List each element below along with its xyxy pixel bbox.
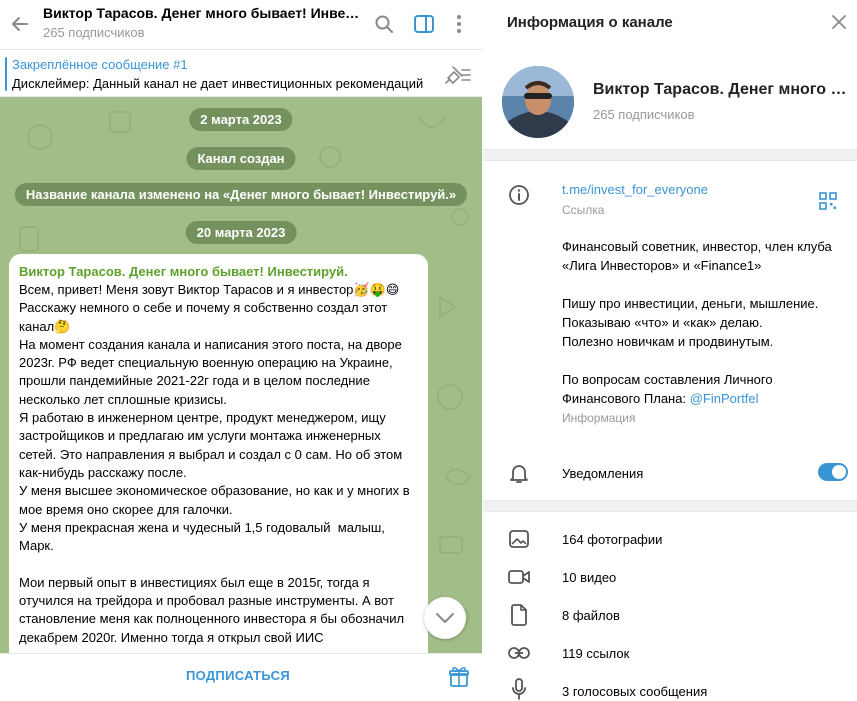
bell-icon [507,461,531,485]
search-icon[interactable] [372,12,396,36]
media-videos[interactable]: 10 видео [562,570,616,585]
description-label: Информация [562,411,636,425]
chevron-down-icon [436,613,454,623]
chat-subscriber-count: 265 подписчиков [43,25,145,40]
video-icon [507,565,531,589]
close-icon[interactable] [831,14,851,34]
chat-header: Виктор Тарасов. Денег много бывает! Инве… [0,0,482,50]
message-bubble[interactable]: Виктор Тарасов. Денег много бывает! Инве… [9,254,428,653]
bottom-bar: ПОДПИСАТЬСЯ [0,653,482,701]
chat-title[interactable]: Виктор Тарасов. Денег много бывает! Инве… [43,5,363,21]
message-author[interactable]: Виктор Тарасов. Денег много бывает! Инве… [19,263,418,281]
channel-description: Финансовый советник, инвестор, член клуб… [562,237,832,408]
channel-subscriber-count: 265 подписчиков [593,107,695,122]
section-divider [483,500,857,512]
qr-code-icon[interactable] [819,192,837,210]
pinned-message-bar[interactable]: Закреплённое сообщение #1 Дисклеймер: Да… [0,51,482,97]
date-separator: 20 марта 2023 [185,221,297,244]
section-divider [483,149,857,161]
notifications-label: Уведомления [562,466,644,481]
chat-panel: Виктор Тарасов. Денег много бывает! Инве… [0,0,482,701]
sidebar-toggle-icon[interactable] [412,12,436,36]
message-text: Всем, привет! Меня зовут Виктор Тарасов … [19,282,410,645]
chat-background: 2 марта 2023 Канал создан Название канал… [0,97,482,653]
media-voice[interactable]: 3 голосовых сообщения [562,684,707,699]
media-links[interactable]: 119 ссылок [562,646,629,661]
date-separator: 2 марта 2023 [189,108,293,131]
channel-avatar[interactable] [502,66,574,138]
info-icon [507,183,531,207]
back-arrow-icon[interactable] [8,12,32,36]
notifications-toggle[interactable] [818,463,848,481]
photo-icon [507,527,531,551]
info-header: Информация о канале [483,0,857,48]
channel-link[interactable]: t.me/invest_for_everyone [562,182,708,197]
gift-icon[interactable] [448,666,470,688]
toggle-knob [832,465,846,479]
media-photos[interactable]: 164 фотографии [562,532,662,547]
description-text: Финансовый советник, инвестор, член клуб… [562,239,832,406]
service-message: Название канала изменено на «Денег много… [14,183,468,206]
channel-name: Виктор Тарасов. Денег много бывает! Инве… [593,81,848,98]
pinned-title: Закреплённое сообщение #1 [12,57,188,72]
pinned-text: Дисклеймер: Данный канал не дает инвести… [12,76,424,91]
channel-info-panel: Информация о канале Виктор Тарасов. Дене… [483,0,857,701]
media-files[interactable]: 8 файлов [562,608,620,623]
pinned-indicator [5,57,7,91]
link-label: Ссылка [562,203,605,217]
subscribe-button[interactable]: ПОДПИСАТЬСЯ [0,668,476,683]
link-icon [507,641,531,665]
more-options-icon[interactable] [447,12,471,36]
file-icon [507,603,531,627]
microphone-icon [507,677,531,701]
info-title: Информация о канале [507,14,673,31]
pinned-list-icon[interactable] [444,63,472,85]
service-message: Канал создан [186,147,296,170]
mention-link[interactable]: @FinPortfel [690,391,759,406]
scroll-down-button[interactable] [424,597,466,639]
